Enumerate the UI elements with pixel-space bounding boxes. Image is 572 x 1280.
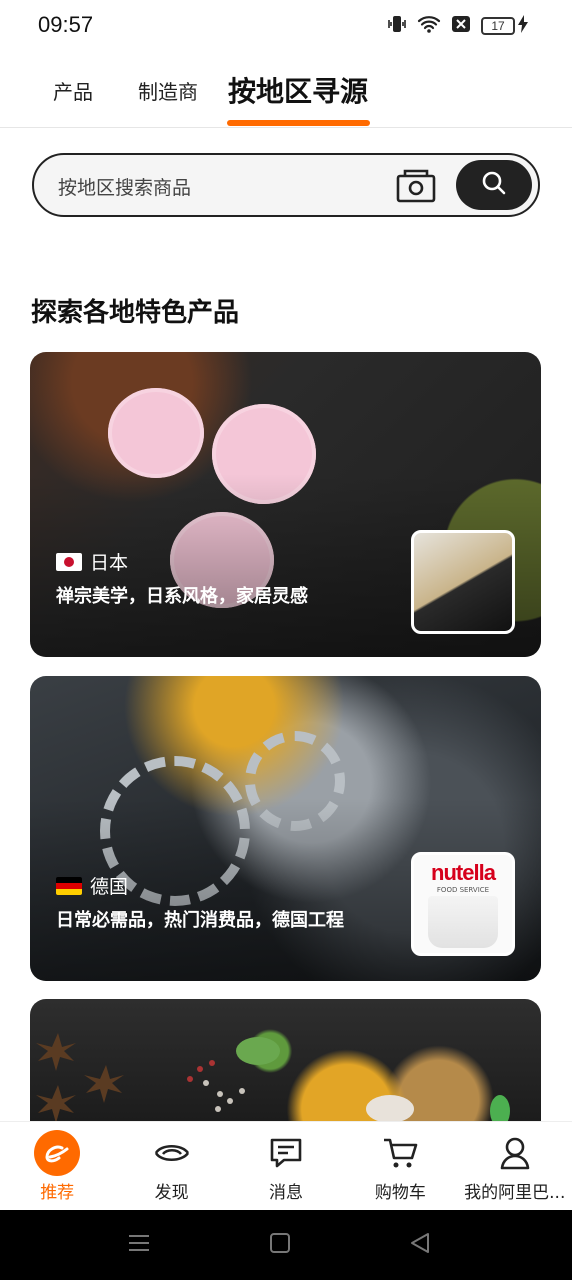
section-title: 探索各地特色产品 (31, 298, 240, 328)
region-card-germany[interactable]: 德国 日常必需品，热门消费品，德国工程 nutella FOOD SERVICE (30, 676, 541, 981)
nav-label: 消息 (268, 1183, 303, 1203)
vibrate-icon (387, 14, 407, 38)
status-time: 09:57 (38, 12, 94, 37)
thumbnail-subtext: FOOD SERVICE (436, 886, 490, 894)
nav-item-my-alibaba[interactable]: 我的阿里巴... (458, 1122, 572, 1211)
region-card-spices[interactable] (30, 999, 541, 1129)
system-nav-bar (0, 1210, 572, 1280)
search-input[interactable]: 按地区搜索商品 (58, 173, 191, 200)
nav-label: 我的阿里巴... (464, 1183, 566, 1203)
search-button[interactable] (456, 160, 532, 210)
nav-item-discover[interactable]: 发现 (114, 1122, 228, 1211)
battery-icon: 17 (481, 15, 528, 37)
region-card-japan[interactable]: 日本 禅宗美学，日系风格，家居灵感 (30, 352, 541, 657)
charging-icon (518, 15, 528, 37)
nutella-logo: nutella (431, 860, 496, 885)
user-icon (492, 1134, 538, 1172)
active-tab-indicator (227, 120, 370, 126)
battery-level: 17 (481, 17, 515, 35)
search-bar[interactable]: 按地区搜索商品 (32, 153, 540, 217)
germany-flag-icon (56, 876, 82, 895)
nav-label: 推荐 (40, 1183, 75, 1203)
bottom-nav: 推荐 发现 消息 购物车 我的阿里巴... (0, 1121, 572, 1210)
message-icon (263, 1134, 309, 1172)
wagashi-image (108, 388, 204, 478)
tab-products[interactable]: 产品 (53, 76, 93, 105)
spices-image (36, 1033, 510, 1127)
nutella-tub-image (428, 896, 498, 948)
back-icon[interactable] (410, 1232, 430, 1258)
camera-icon[interactable] (396, 167, 436, 203)
status-bar: 09:57 17 (0, 0, 572, 52)
screen: 09:57 17 产品 制造商 按地区寻源 按地区搜索商品 探索各地特色产品 日… (0, 0, 572, 1280)
product-thumbnail-charcoal[interactable] (411, 530, 515, 634)
nav-label: 发现 (154, 1183, 189, 1203)
country-label: 日本 (56, 548, 128, 575)
top-tabs: 产品 制造商 按地区寻源 (0, 62, 572, 128)
menu-icon[interactable] (128, 1232, 150, 1258)
nav-item-cart[interactable]: 购物车 (343, 1122, 457, 1211)
country-name: 日本 (90, 552, 129, 574)
discover-icon (149, 1134, 195, 1172)
home-icon[interactable] (270, 1232, 290, 1258)
cart-icon (377, 1134, 423, 1172)
search-icon (481, 170, 507, 200)
nav-item-messages[interactable]: 消息 (229, 1122, 343, 1211)
wifi-icon (417, 14, 441, 38)
product-thumbnail-nutella[interactable]: nutella FOOD SERVICE (411, 852, 515, 956)
nav-item-recommend[interactable]: 推荐 (0, 1122, 114, 1211)
country-label: 德国 (56, 872, 128, 899)
card-caption: 日常必需品，热门消费品，德国工程 (56, 910, 344, 931)
card-caption: 禅宗美学，日系风格，家居灵感 (56, 586, 308, 607)
tab-region-sourcing[interactable]: 按地区寻源 (228, 70, 368, 110)
sim-blocked-icon (451, 15, 471, 37)
country-name: 德国 (90, 876, 129, 898)
alibaba-logo-icon (34, 1130, 81, 1176)
status-icons: 17 (387, 14, 528, 38)
nav-label: 购物车 (374, 1183, 426, 1203)
japan-flag-icon (56, 552, 82, 571)
tab-manufacturers[interactable]: 制造商 (138, 76, 198, 105)
